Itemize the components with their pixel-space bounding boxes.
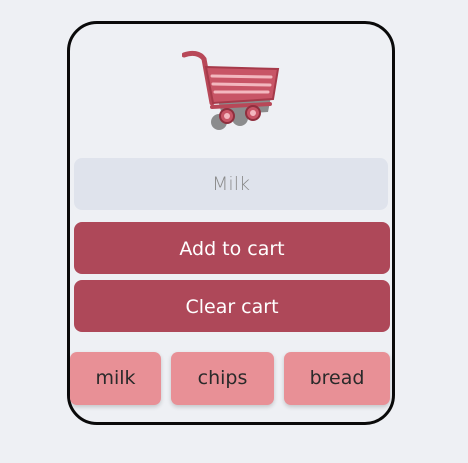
shopping-cart-icon	[182, 50, 280, 130]
cart-item-chip[interactable]: bread	[284, 352, 390, 405]
cart-item-chip[interactable]: chips	[171, 352, 274, 405]
clear-cart-button[interactable]: Clear cart	[74, 280, 390, 332]
item-input[interactable]	[74, 158, 388, 210]
add-to-cart-button[interactable]: Add to cart	[74, 222, 390, 274]
shopping-card: Add to cart Clear cart milk chips bread	[67, 21, 395, 425]
cart-item-chip[interactable]: milk	[70, 352, 161, 405]
